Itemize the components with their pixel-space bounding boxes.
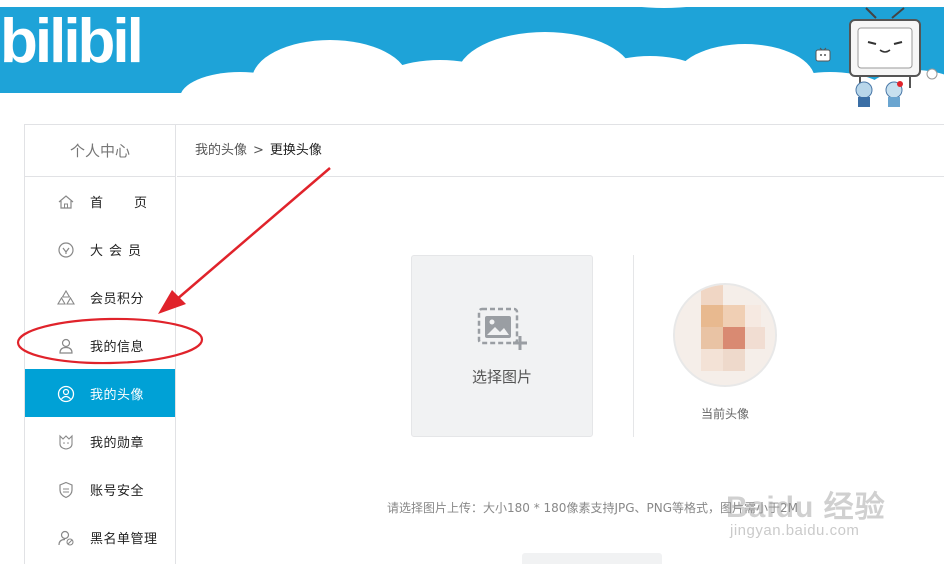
sidebar-item-label: 我的头像 [90, 387, 145, 403]
breadcrumb-separator: > [253, 143, 264, 158]
breadcrumb-parent-link[interactable]: 我的头像 [195, 143, 247, 158]
shield-icon [57, 481, 75, 499]
sidebar-item-label: 账号安全 [90, 483, 145, 499]
header-banner: bilibili [0, 0, 944, 110]
sidebar-item-label: 我的勋章 [90, 435, 145, 451]
sidebar-item-label: 会员积分 [90, 291, 145, 307]
home-icon [57, 193, 75, 211]
watermark-main: Baidu 经验 [726, 491, 886, 524]
sidebar-item-medals[interactable]: 我的勋章 [25, 417, 175, 465]
current-avatar-caption: 当前头像 [700, 407, 749, 421]
user-icon [57, 337, 75, 355]
vip-icon [57, 241, 75, 259]
sidebar-title: 个人中心 [25, 125, 175, 177]
tv-mascot-small [815, 47, 831, 62]
bilibili-logo[interactable]: bilibili [0, 0, 142, 70]
blacklist-icon [57, 529, 75, 547]
sidebar-item-vip[interactable]: 大会员 [25, 225, 175, 273]
points-icon [57, 289, 75, 307]
sidebar-item-my-info[interactable]: 我的信息 [25, 321, 175, 369]
save-button-partial[interactable] [522, 553, 662, 564]
sidebar-item-my-avatar[interactable]: 我的头像 [25, 369, 175, 417]
select-image-label: 选择图片 [471, 368, 532, 386]
sidebar-item-blacklist[interactable]: 黑名单管理 [25, 513, 175, 561]
breadcrumb-current: 更换头像 [269, 143, 322, 158]
breadcrumb: 我的头像 > 更换头像 [177, 125, 944, 177]
sidebar-item-security[interactable]: 账号安全 [25, 465, 175, 513]
add-image-icon [477, 307, 527, 350]
svg-text:bilibili: bilibili [0, 7, 142, 70]
sidebar-item-label: 我的信息 [90, 339, 145, 355]
sidebar-item-label: 首 页 [90, 195, 157, 211]
avatar-icon [57, 385, 75, 403]
divider [633, 255, 634, 437]
sidebar: 个人中心 首 页 大会员 会员积分 我的信息 我的头像 我的勋章 账号安全 黑名… [25, 125, 176, 564]
select-image-button[interactable]: 选择图片 [411, 255, 593, 437]
medal-icon [57, 433, 75, 451]
sidebar-item-home[interactable]: 首 页 [25, 177, 175, 225]
watermark-sub: jingyan.baidu.com [730, 522, 860, 539]
baidu-watermark: Baidu 经验 jingyan.baidu.com [726, 482, 936, 542]
current-avatar-image [673, 283, 777, 387]
sidebar-item-label: 大会员 [90, 243, 148, 259]
sidebar-item-label: 黑名单管理 [90, 531, 158, 547]
sidebar-item-points[interactable]: 会员积分 [25, 273, 175, 321]
